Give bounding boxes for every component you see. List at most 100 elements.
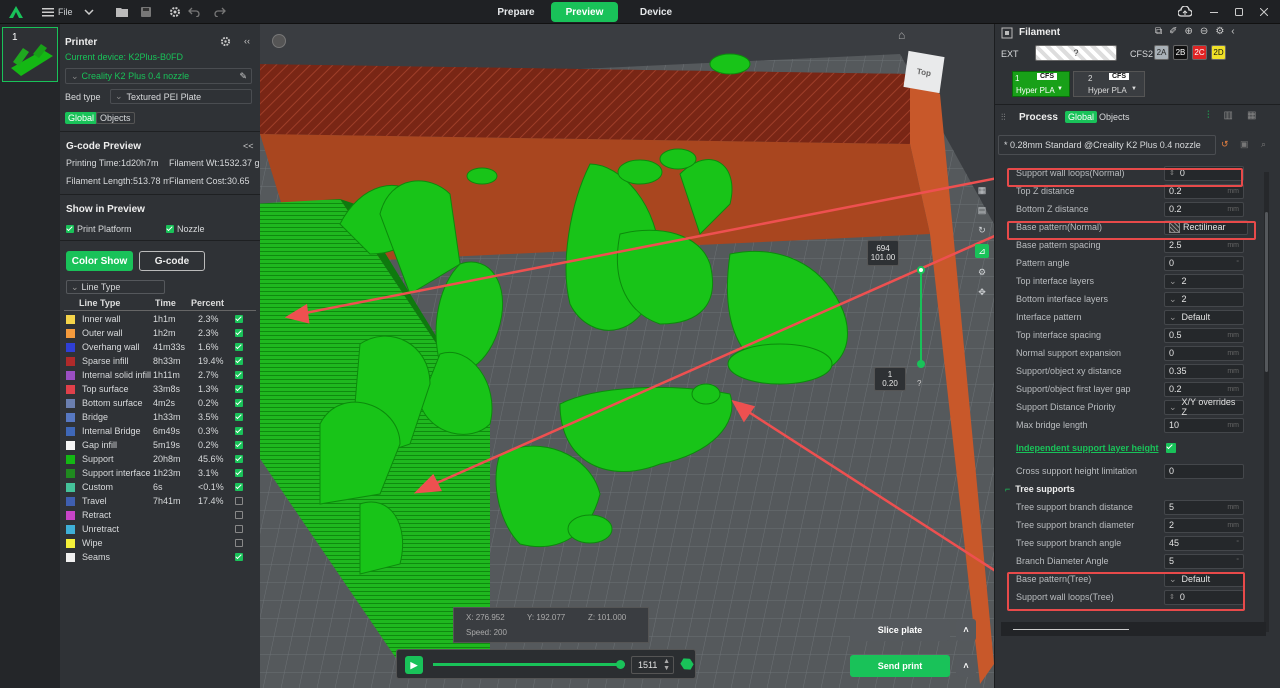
tab-printer-global[interactable]: Global [65,112,98,124]
setting-input[interactable]: ⌄ 2 [1164,273,1244,289]
camera-settings-icon[interactable]: ⚙ [975,266,989,278]
send-print-button[interactable]: Send print [850,655,950,677]
tab-process-global[interactable]: Global [1065,111,1098,123]
filament-slot-1[interactable]: 1 CFS Hyper PLA ▼ [1012,71,1070,97]
adjust-icon[interactable]: ⫶ [1207,110,1210,121]
cfs-slot-2c[interactable]: 2C [1192,45,1207,60]
checkbox-unchecked-icon[interactable] [235,511,243,519]
color-show-button[interactable]: Color Show [66,251,133,271]
advanced-icon[interactable]: ▦ [1247,110,1256,121]
file-menu[interactable]: File [58,0,73,24]
cloud-upload-icon[interactable] [1178,0,1192,24]
orbit-handle-icon[interactable] [272,34,286,48]
3d-viewport[interactable]: Top ⌂ ▦ ▤ ↻ ⊿ ⚙ ✥ 694 101.00 1 0.20 ? X:… [260,24,994,688]
brush-icon[interactable]: ✐ [1169,26,1177,37]
measure-icon[interactable]: ⊿ [975,244,989,258]
compare-icon[interactable]: ▥ [1224,110,1233,121]
scrollbar-thumb[interactable] [1265,212,1268,372]
line-type-row[interactable]: Support 20h8m 45.6% [66,452,256,466]
line-type-row[interactable]: Custom 6s <0.1% [66,480,256,494]
filament-slot-2[interactable]: 2 CFS Hyper PLA ▼ [1073,71,1145,97]
setting-input[interactable]: ⌄ 2 [1164,291,1244,307]
checkbox-checked-icon[interactable] [235,399,243,407]
tab-process-objects[interactable]: Objects [1099,112,1130,122]
checkbox-checked-icon[interactable] [235,483,243,491]
collapse-icon[interactable]: << [243,141,254,151]
nav-cube[interactable]: Top [903,50,945,94]
revert-icon[interactable]: ↺ [1221,139,1229,150]
checkbox-unchecked-icon[interactable] [235,525,243,533]
setting-input[interactable]: 5 mm [1164,499,1244,515]
redo-icon[interactable] [214,0,226,24]
checkbox-unchecked-icon[interactable] [235,497,243,505]
line-type-row[interactable]: Travel 7h41m 17.4% [66,494,256,508]
stepper-arrows-icon[interactable]: ▲ ▼ [663,658,670,672]
setting-input[interactable]: 0.35 mm [1164,363,1244,379]
checkbox-checked-icon[interactable] [235,343,243,351]
checkbox-checked-icon[interactable] [235,329,243,337]
setting-input[interactable]: 0.2 mm [1164,381,1244,397]
tab-printer-objects[interactable]: Objects [96,112,135,124]
checkbox-checked-icon[interactable] [235,469,243,477]
edit-pencil-icon[interactable]: ✎ [239,71,247,82]
chevron-down-icon[interactable] [84,0,94,24]
scrollbar[interactable] [1264,172,1269,632]
collapse-icon[interactable]: ‹‹ [244,36,250,46]
tab-preview[interactable]: Preview [551,2,618,22]
undo-icon[interactable] [188,0,200,24]
layer-slider-upper-handle[interactable] [917,266,925,274]
setting-input[interactable]: 0.5 mm [1164,327,1244,343]
process-preset-select[interactable]: * 0.28mm Standard @Creality K2 Plus 0.4 … [998,135,1216,155]
printer-preset-select[interactable]: ⌄ Creality K2 Plus 0.4 nozzle ✎ [65,68,252,84]
move-slider-handle[interactable] [616,660,626,669]
search-icon[interactable]: ⌕ [1261,139,1266,150]
checkbox-checked-icon[interactable] [235,427,243,435]
checkbox-checked-icon[interactable] [235,357,243,365]
layer-view-icon[interactable]: ▤ [975,204,989,216]
setting-input[interactable]: 0 mm [1164,345,1244,361]
setting-input[interactable]: 0 ° [1164,255,1244,271]
sync-icon[interactable]: ⧉ [1155,26,1162,37]
rotate-view-icon[interactable]: ↻ [975,224,989,236]
checkbox-checked-icon[interactable] [235,553,243,561]
line-type-row[interactable]: Support interface 1h23m 3.1% [66,466,256,480]
nozzle-toggle[interactable]: Nozzle [166,224,205,234]
close-icon[interactable] [1260,0,1268,24]
setting-input[interactable]: 5 ° [1164,553,1244,569]
settings-gear-icon[interactable] [169,0,181,24]
line-type-row[interactable]: Wipe [66,536,256,550]
line-type-row[interactable]: Seams [66,550,256,564]
cfs-slot-2d[interactable]: 2D [1211,45,1226,60]
layer-slider-track[interactable] [920,270,922,364]
checkbox-checked-icon[interactable] [235,413,243,421]
checkbox-checked-icon[interactable] [235,385,243,393]
play-button[interactable]: ▶ [405,656,423,674]
checkbox-checked-icon[interactable] [235,371,243,379]
setting-input[interactable]: 2 mm [1164,517,1244,533]
print-platform-toggle[interactable]: Print Platform [66,224,132,234]
checkbox-checked-icon[interactable] [166,225,174,233]
bed-type-select[interactable]: ⌄ Textured PEI Plate [110,89,252,104]
checkbox-checked-icon[interactable] [235,441,243,449]
line-type-row[interactable]: Inner wall 1h1m 2.3% [66,312,256,326]
line-type-row[interactable]: Top surface 33m8s 1.3% [66,382,256,396]
restore-icon[interactable] [1235,0,1243,24]
checkbox-checked-icon[interactable] [235,315,243,323]
line-type-row[interactable]: Unretract [66,522,256,536]
setting-input[interactable]: 0.2 mm [1164,201,1244,217]
plate-thumbnail[interactable]: 1 [2,27,58,82]
settings-gear-icon[interactable]: ⚙ [1215,26,1224,37]
remove-icon[interactable]: ⊖ [1200,26,1208,37]
view-type-select[interactable]: ⌄ Line Type [66,280,165,294]
setting-input[interactable]: ⌄ Default [1164,309,1244,325]
line-type-row[interactable]: Bottom surface 4m2s 0.2% [66,396,256,410]
move-step-input[interactable]: 1511 ▲ ▼ [631,656,674,674]
tab-device[interactable]: Device [622,2,690,22]
checkbox-unchecked-icon[interactable] [235,539,243,547]
send-options-chevron-icon[interactable]: ˄ [956,655,976,677]
setting-input[interactable]: 10 mm [1164,417,1244,433]
line-type-row[interactable]: Internal Bridge 6m49s 0.3% [66,424,256,438]
menu-icon[interactable] [42,0,54,24]
ext-slot[interactable]: ? [1035,45,1117,61]
save-icon[interactable] [141,0,151,24]
